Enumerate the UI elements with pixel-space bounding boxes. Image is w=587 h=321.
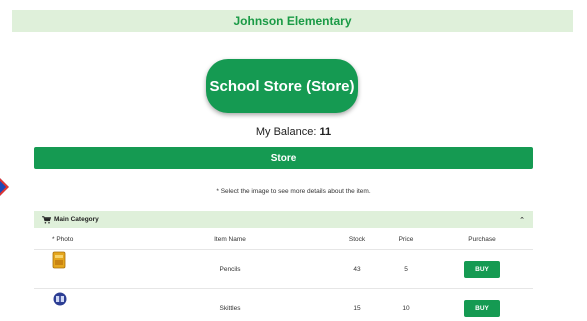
header-purchase: Purchase [468,235,496,243]
buy-cell: BUY [462,250,502,288]
header-stock: Stock [348,235,366,243]
item-name: Skittles [219,304,241,312]
buy-button[interactable]: BUY [464,299,500,317]
table-row: Pencils 43 5 BUY [34,249,533,288]
item-price: 5 [404,265,408,273]
store-title-button[interactable]: School Store (Store) [206,59,358,113]
item-price: 10 [402,304,410,312]
chevron-up-icon[interactable]: ⌃ [519,216,525,224]
cart-icon [42,215,51,224]
category-header[interactable]: Main Category ⌃ [34,211,533,228]
candy-icon[interactable] [52,289,68,309]
store-tab-label: Store [270,152,297,164]
buy-cell: BUY [462,289,502,321]
category-name: Main Category [54,216,99,223]
store-title: School Store (Store) [209,77,355,95]
balance-value: 11 [319,126,332,138]
item-stock: 43 [353,265,361,273]
header-item-name: Item Name [214,235,246,243]
header-price: Price [398,235,414,243]
buy-button[interactable]: BUY [464,260,500,278]
item-stock: 15 [353,304,361,312]
header-photo: * Photo [52,235,74,243]
table-header: * Photo Item Name Stock Price Purchase [34,231,533,247]
pencil-box-icon[interactable] [52,250,68,270]
store-tab-button[interactable]: Store [34,147,533,169]
balance-label: My Balance: [255,126,317,138]
hint-text: * Select the image to see more details a… [216,188,371,195]
table-row: Skittles 15 10 BUY [34,288,533,321]
school-header: Johnson Elementary [12,10,573,32]
school-name: Johnson Elementary [233,14,352,28]
item-name: Pencils [219,265,241,273]
balance-display: My Balance: 11 [0,126,587,138]
